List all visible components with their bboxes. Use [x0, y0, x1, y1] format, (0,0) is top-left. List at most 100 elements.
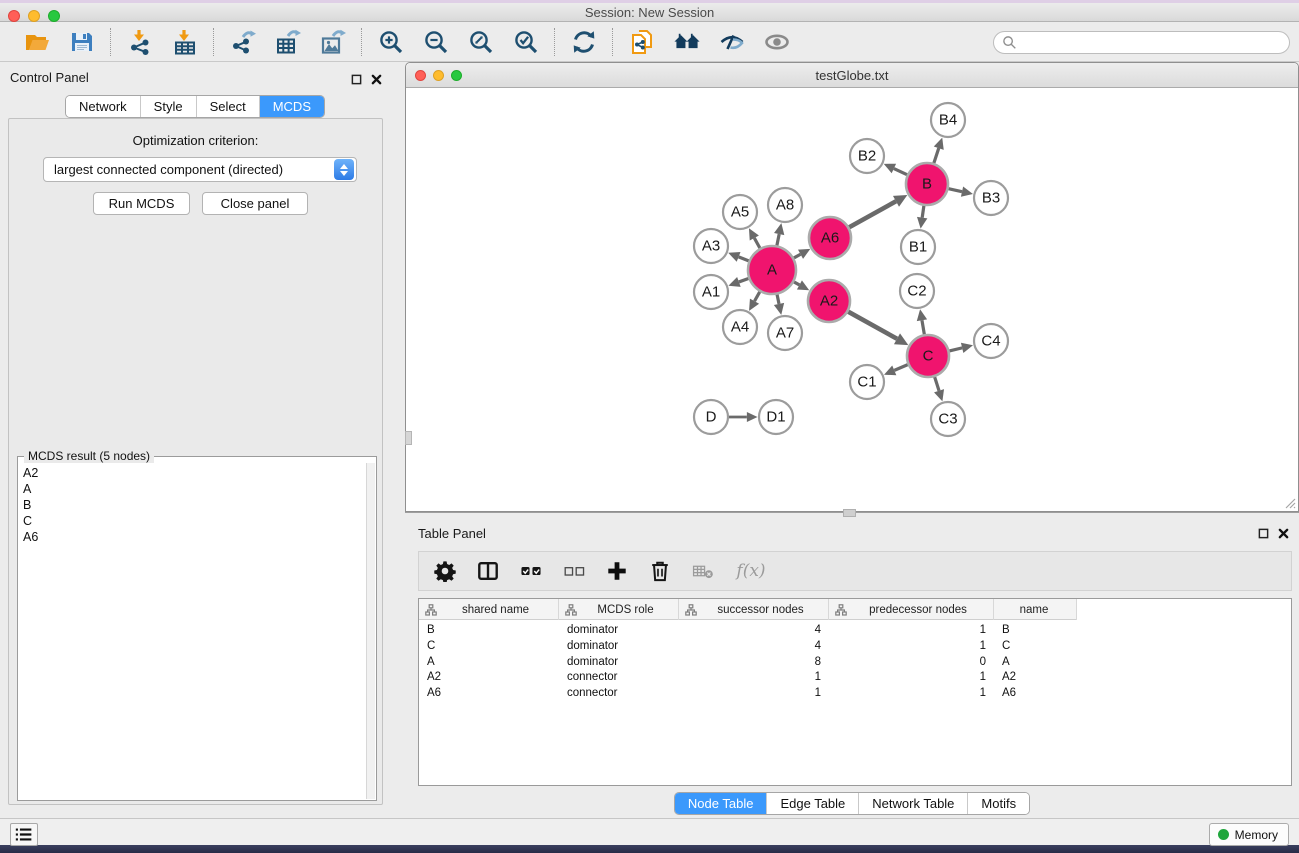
export-network-icon[interactable] [229, 28, 256, 55]
mcds-result-item[interactable]: A [23, 481, 362, 497]
delete-table-icon[interactable] [689, 558, 716, 585]
table-row[interactable]: A2connector11A2 [419, 669, 1077, 685]
split-columns-icon[interactable] [474, 558, 501, 585]
zoom-out-icon[interactable] [422, 28, 449, 55]
table-row[interactable]: Adominator80A [419, 654, 1077, 670]
edge-B-B3[interactable] [948, 189, 962, 192]
column-header-successor-nodes[interactable]: successor nodes [679, 599, 829, 620]
zoom-window-button[interactable] [48, 10, 60, 22]
window-resize-grip[interactable] [1282, 495, 1296, 509]
home-icon[interactable] [673, 28, 700, 55]
close-panel-button[interactable]: Close panel [202, 192, 308, 215]
edge-B-B1[interactable] [922, 206, 924, 218]
edge-C-C3[interactable] [935, 377, 939, 391]
control-panel: Control Panel NetworkStyleSelectMCDS Opt… [0, 62, 390, 818]
edge-C-C1[interactable] [894, 365, 907, 371]
zoom-in-icon[interactable] [377, 28, 404, 55]
edge-B-B4[interactable] [934, 148, 939, 163]
tab-mcds[interactable]: MCDS [259, 96, 324, 117]
refresh-icon[interactable] [570, 28, 597, 55]
edge-A-A4[interactable] [755, 292, 760, 301]
tab-select[interactable]: Select [196, 96, 259, 117]
mcds-result-item[interactable]: A2 [23, 465, 362, 481]
edge-A2-C[interactable] [848, 312, 897, 339]
edge-A-A1[interactable] [739, 278, 749, 281]
zoom-fit-icon[interactable] [467, 28, 494, 55]
export-image-icon[interactable] [319, 28, 346, 55]
search-icon [1002, 35, 1017, 50]
edge-A-A5[interactable] [754, 238, 760, 248]
open-session-icon[interactable] [23, 28, 50, 55]
network-view-window: testGlobe.txt AA1A2A3A4A5A6A7A8BB1B2B3B4… [405, 62, 1299, 512]
import-table-icon[interactable] [171, 28, 198, 55]
column-header-name[interactable]: name [994, 599, 1077, 620]
horizontal-splitter[interactable] [405, 512, 1299, 520]
search-input[interactable] [1021, 36, 1289, 50]
tab-network-table[interactable]: Network Table [858, 793, 967, 814]
function-builder-icon[interactable]: f(x) [732, 558, 770, 585]
network-zoom-button[interactable] [451, 70, 462, 81]
edge-A-A8[interactable] [777, 234, 779, 245]
minimize-window-button[interactable] [28, 10, 40, 22]
mcds-result-item[interactable]: A6 [23, 529, 362, 545]
column-header-MCDS-role[interactable]: MCDS role [559, 599, 679, 620]
edge-A-A7[interactable] [777, 294, 779, 303]
close-window-button[interactable] [8, 10, 20, 22]
cell-mcds_role: dominator [559, 638, 679, 654]
clone-network-icon[interactable] [628, 28, 655, 55]
import-network-icon[interactable] [126, 28, 153, 55]
edge-A6-B[interactable] [849, 201, 896, 227]
tab-motifs[interactable]: Motifs [967, 793, 1029, 814]
zoom-selected-icon[interactable] [512, 28, 539, 55]
table-close-panel-icon[interactable] [1278, 526, 1289, 544]
node-table[interactable]: shared nameMCDS rolesuccessor nodesprede… [418, 598, 1292, 786]
column-header-predecessor-nodes[interactable]: predecessor nodes [829, 599, 994, 620]
cell-successor_nodes: 1 [679, 685, 829, 701]
mcds-result-item[interactable]: C [23, 513, 362, 529]
task-history-button[interactable] [10, 823, 38, 846]
criterion-dropdown[interactable]: largest connected component (directed) [43, 157, 357, 182]
tab-edge-table[interactable]: Edge Table [766, 793, 858, 814]
edge-A-A3[interactable] [739, 257, 749, 261]
edge-B-B2[interactable] [894, 169, 907, 175]
network-close-button[interactable] [415, 70, 426, 81]
delete-column-icon[interactable] [646, 558, 673, 585]
close-panel-icon[interactable] [371, 72, 382, 90]
show-annotations-icon[interactable] [763, 28, 790, 55]
save-session-icon[interactable] [68, 28, 95, 55]
search-field[interactable] [993, 31, 1290, 54]
network-canvas[interactable]: AA1A2A3A4A5A6A7A8BB1B2B3B4CC1C2C3C4DD1 [406, 88, 1298, 511]
edge-A-A2[interactable] [794, 282, 799, 285]
tab-node-table[interactable]: Node Table [675, 793, 767, 814]
table-row[interactable]: Cdominator41C [419, 638, 1077, 654]
table-float-panel-icon[interactable] [1258, 526, 1269, 544]
mcds-result-list[interactable]: A2ABCA6 [19, 463, 366, 799]
run-mcds-button[interactable]: Run MCDS [93, 192, 190, 215]
select-all-columns-icon[interactable] [517, 558, 544, 585]
column-header-shared-name[interactable]: shared name [419, 599, 559, 620]
network-window-titlebar[interactable]: testGlobe.txt [406, 63, 1298, 88]
settings-gear-icon[interactable] [431, 558, 458, 585]
table-row[interactable]: Bdominator41B [419, 622, 1077, 638]
cell-predecessor_nodes: 1 [829, 669, 994, 685]
float-panel-icon[interactable] [351, 72, 362, 90]
add-column-icon[interactable] [603, 558, 630, 585]
edge-C-C4[interactable] [949, 348, 962, 351]
mcds-result-scrollbar[interactable] [366, 463, 375, 799]
edge-A-A6[interactable] [794, 254, 801, 258]
tab-network[interactable]: Network [66, 96, 140, 117]
edge-C-C2[interactable] [922, 320, 924, 334]
cell-name: A [994, 654, 1077, 670]
node-label-B1: B1 [909, 239, 927, 256]
export-table-icon[interactable] [274, 28, 301, 55]
tab-style[interactable]: Style [140, 96, 196, 117]
mcds-result-item[interactable]: B [23, 497, 362, 513]
network-minimize-button[interactable] [433, 70, 444, 81]
splitter-handle[interactable] [843, 509, 856, 517]
table-row[interactable]: A6connector11A6 [419, 685, 1077, 701]
memory-button[interactable]: Memory [1209, 823, 1289, 846]
panel-resize-handle[interactable] [405, 431, 412, 445]
hide-annotations-icon[interactable] [718, 28, 745, 55]
deselect-all-columns-icon[interactable] [560, 558, 587, 585]
network-graph[interactable]: AA1A2A3A4A5A6A7A8BB1B2B3B4CC1C2C3C4DD1 [406, 88, 1298, 511]
